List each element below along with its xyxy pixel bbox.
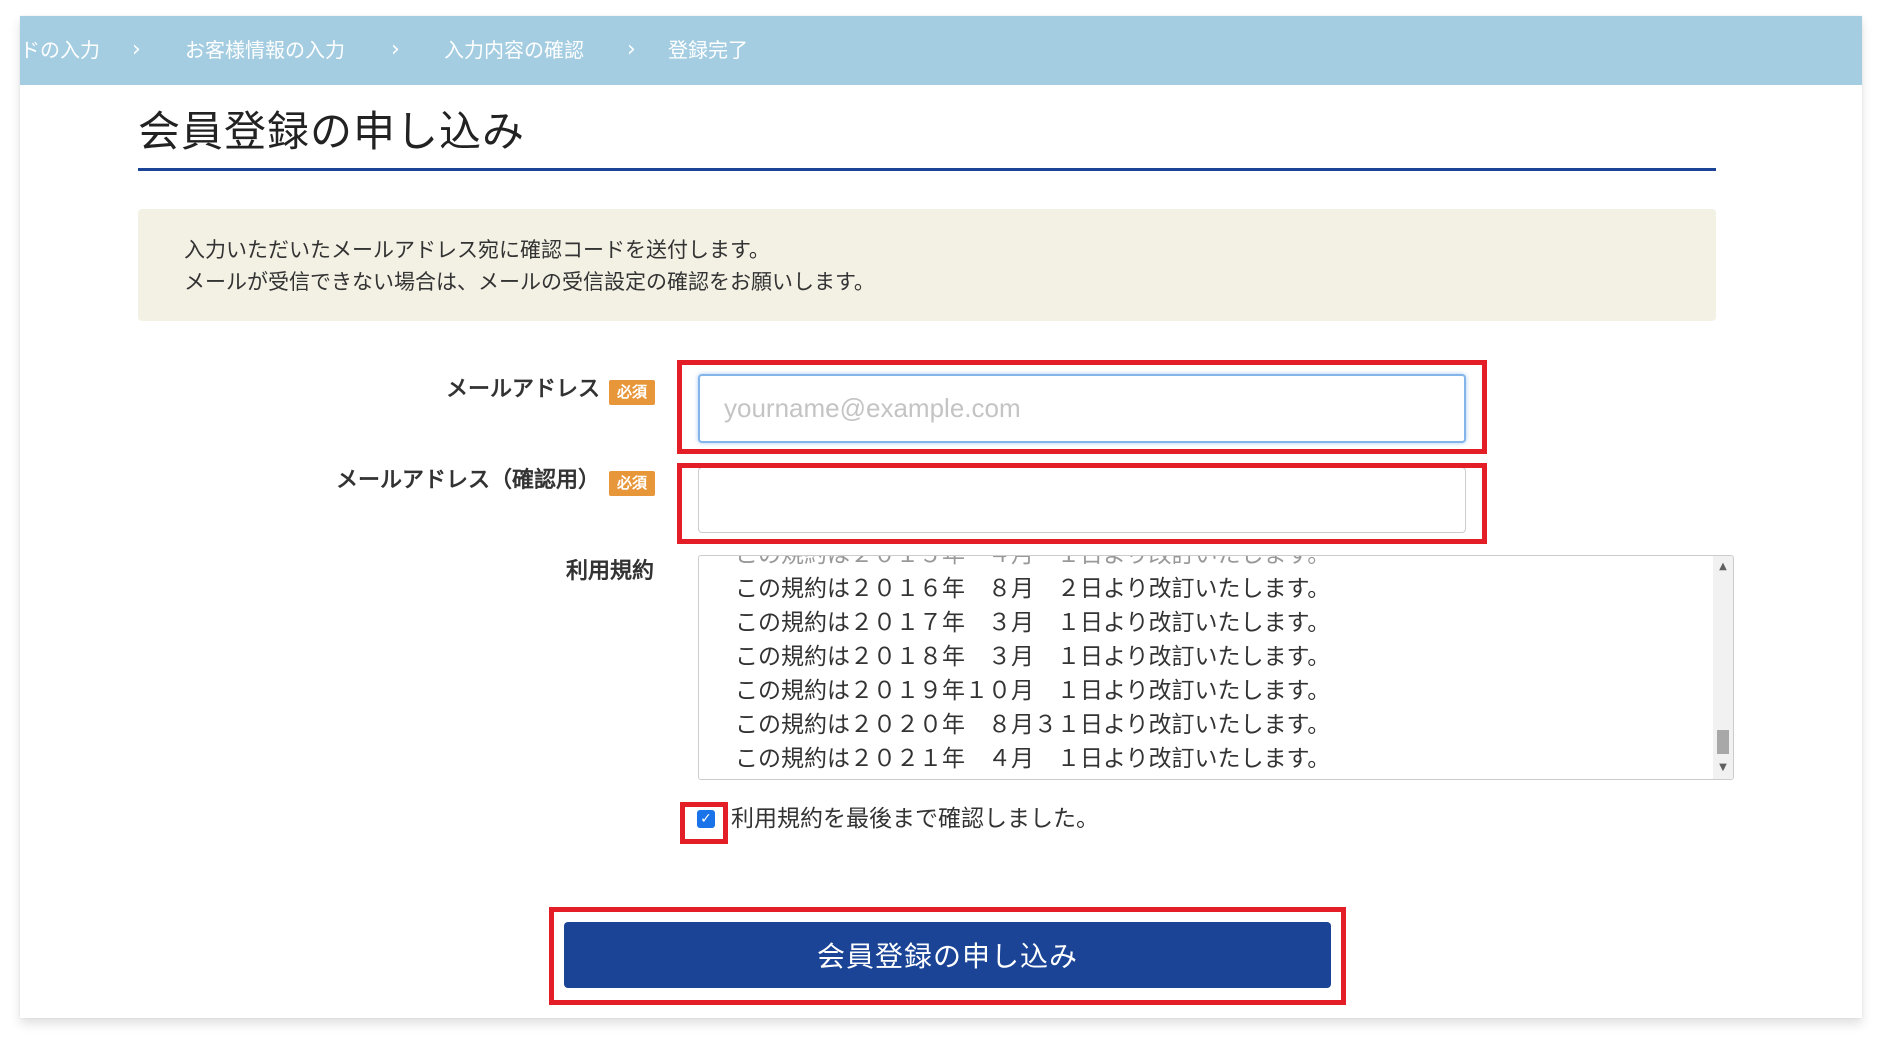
terms-label: 利用規約 [565,559,654,584]
terms-line: この規約は２０１７年 ３月 １日より改訂いたします。 [735,610,1331,636]
terms-line-partial: この規約は２０１５年 ４月 １日より改訂いたします。 [735,555,1331,568]
chevron-right-icon: › [627,37,636,62]
required-badge: 必須 [609,471,655,496]
notice-line: メールが受信できない場合は、メールの受信設定の確認をお願いします。 [184,270,875,294]
scroll-up-arrow-icon[interactable]: ▲ [1713,558,1733,576]
notice-line: 入力いただいたメールアドレス宛に確認コードを送付します。 [184,238,770,262]
email-confirm-label: メールアドレス（確認用） [335,468,600,493]
breadcrumb-step-3[interactable]: 入力内容の確認 [444,37,584,63]
agree-checkbox-label[interactable]: 利用規約を最後まで確認しました。 [731,805,1099,833]
breadcrumb-step-1[interactable]: ドの入力 [20,37,100,63]
terms-line: この規約は２０２０年 ８月３１日より改訂いたします。 [735,712,1331,738]
email-label: メールアドレス [445,377,600,402]
title-underline [138,168,1716,171]
chevron-right-icon: › [132,37,141,62]
terms-line: この規約は２０２１年 ４月 １日より改訂いたします。 [735,746,1331,772]
terms-content: この規約は２０１５年 ４月 １日より改訂いたします。 この規約は２０１６年 ８月… [735,555,1331,776]
highlight-frame [549,907,1346,1005]
terms-line: この規約は２０１８年 ３月 １日より改訂いたします。 [735,644,1331,670]
chevron-right-icon: › [391,37,400,62]
required-badge: 必須 [609,380,655,405]
highlight-frame [677,360,1487,454]
highlight-frame [677,463,1487,544]
terms-line: この規約は２０１９年１０月 １日より改訂いたします。 [735,678,1331,704]
highlight-frame [680,802,728,844]
notice-box: 入力いただいたメールアドレス宛に確認コードを送付します。 メールが受信できない場… [138,209,1716,321]
scrollbar-thumb[interactable] [1717,730,1729,754]
breadcrumb: ドの入力 › お客様情報の入力 › 入力内容の確認 › 登録完了 [20,16,1862,85]
page-title: 会員登録の申し込み [138,107,526,156]
terms-textarea[interactable]: この規約は２０１５年 ４月 １日より改訂いたします。 この規約は２０１６年 ８月… [698,555,1734,780]
scroll-down-arrow-icon[interactable]: ▼ [1713,759,1733,777]
breadcrumb-step-4: 登録完了 [668,38,748,62]
terms-line: この規約は２０１６年 ８月 ２日より改訂いたします。 [735,576,1331,602]
terms-scrollbar[interactable]: ▲ ▼ [1713,556,1733,779]
breadcrumb-step-2[interactable]: お客様情報の入力 [185,37,345,63]
